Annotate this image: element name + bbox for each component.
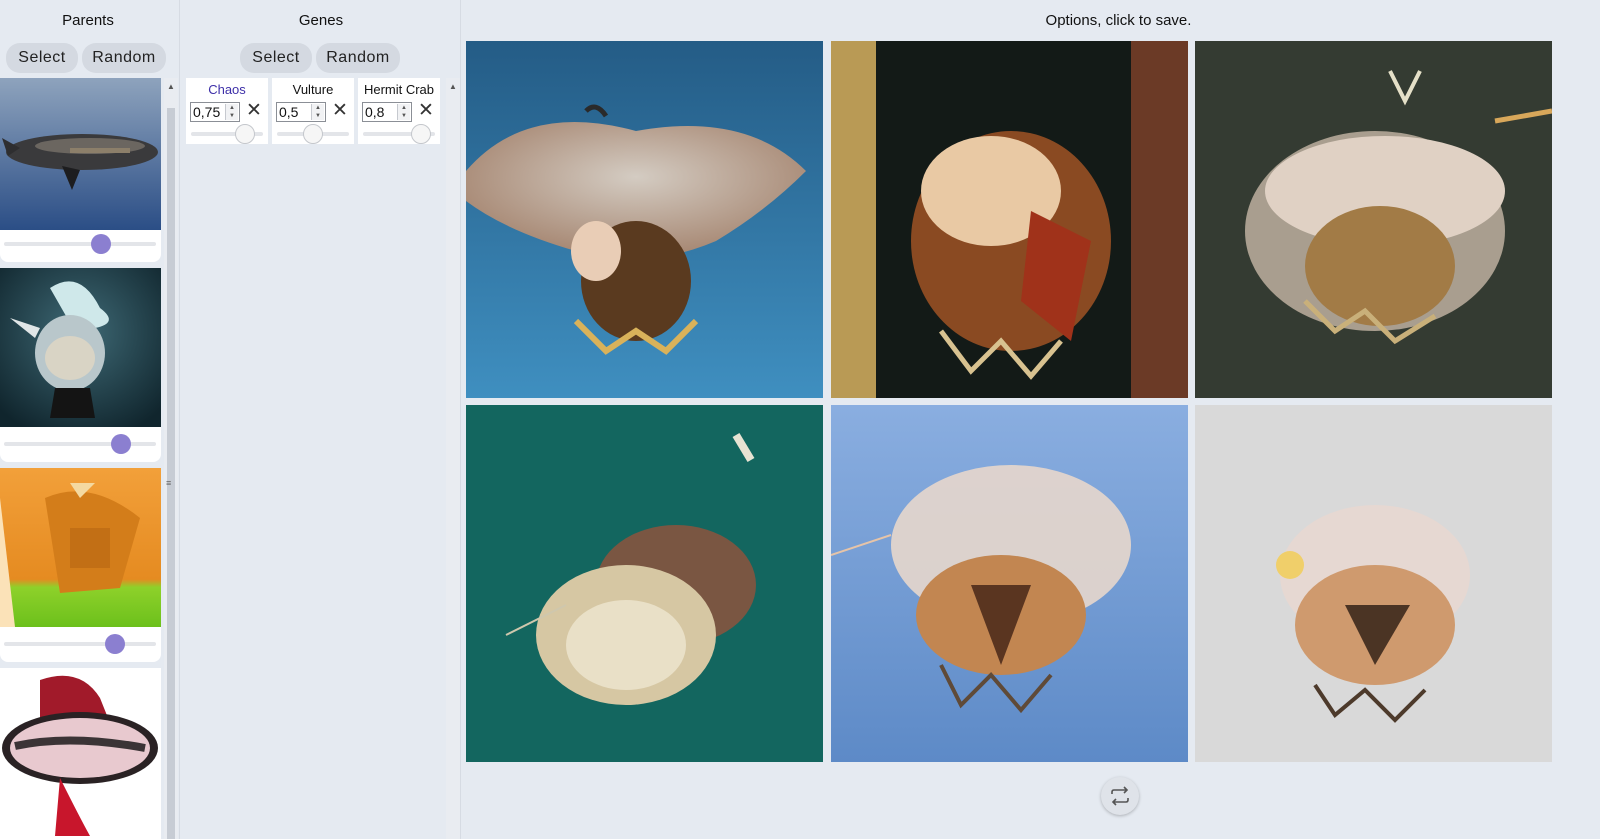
gene-weight-slider[interactable] <box>191 124 263 144</box>
close-icon[interactable]: ✕ <box>246 101 262 121</box>
gene-value: 0,75 <box>193 104 221 120</box>
gene-value-input[interactable]: 0,75 ▲ ▼ <box>190 102 240 122</box>
parent-weight-slider[interactable] <box>4 234 156 254</box>
option-image-2[interactable] <box>831 41 1188 398</box>
scrollbar-thumb[interactable] <box>167 108 175 839</box>
parent-image-orange-lantern[interactable] <box>0 468 161 627</box>
option-image-3[interactable] <box>1195 41 1552 398</box>
parent-image-airship-whale[interactable] <box>0 78 161 230</box>
gene-value-input[interactable]: 0,8 ▲ ▼ <box>362 102 412 122</box>
option-image-6[interactable] <box>1195 405 1552 762</box>
close-icon[interactable]: ✕ <box>332 101 348 121</box>
slider-thumb[interactable] <box>104 634 125 654</box>
genes-scrollbar[interactable]: ▲ <box>446 78 460 839</box>
scroll-up-icon[interactable]: ▲ <box>165 82 177 91</box>
slider-thumb[interactable] <box>91 234 112 254</box>
spinner-icon[interactable]: ▲ ▼ <box>397 104 410 120</box>
slider-thumb[interactable] <box>111 434 132 454</box>
genes-title: Genes <box>298 12 344 29</box>
spinner-icon[interactable]: ▲ ▼ <box>311 104 324 120</box>
gene-name: Hermit Crab <box>363 82 435 97</box>
gene-name: Chaos <box>208 82 246 97</box>
parents-random-button[interactable]: Random <box>82 43 166 73</box>
parent-card <box>0 668 161 839</box>
scroll-up-icon[interactable]: ▲ <box>447 82 459 91</box>
repeat-icon <box>1111 786 1129 806</box>
parents-title: Parents <box>62 12 114 29</box>
parent-weight-slider[interactable] <box>4 634 156 654</box>
genes-panel: Genes Select Random Chaos 0,75 ▲ ▼ ✕ Vultu… <box>181 0 461 839</box>
slider-thumb[interactable] <box>235 124 255 144</box>
gene-name: Vulture <box>292 82 334 97</box>
parent-card <box>0 468 161 662</box>
parents-scrollbar[interactable]: ▲ <box>164 78 178 839</box>
gene-card-vulture: Vulture 0,5 ▲ ▼ ✕ <box>272 78 354 144</box>
gene-value-input[interactable]: 0,5 ▲ ▼ <box>276 102 326 122</box>
parent-image-red-sunglasses[interactable] <box>0 668 161 839</box>
option-image-1[interactable] <box>466 41 823 398</box>
parent-weight-slider[interactable] <box>4 434 156 454</box>
gene-weight-slider[interactable] <box>277 124 349 144</box>
parent-image-ceramic-figure[interactable] <box>0 268 161 427</box>
slider-thumb[interactable] <box>303 124 323 144</box>
resize-handle-icon[interactable]: ≡ <box>166 478 171 488</box>
parent-list <box>0 78 162 839</box>
parent-card <box>0 78 161 262</box>
parent-card <box>0 268 161 462</box>
genes-random-button[interactable]: Random <box>316 43 400 73</box>
gene-card-chaos: Chaos 0,75 ▲ ▼ ✕ <box>186 78 268 144</box>
gene-value: 0,8 <box>365 104 385 120</box>
genes-select-button[interactable]: Select <box>240 43 312 73</box>
gene-weight-slider[interactable] <box>363 124 435 144</box>
slider-thumb[interactable] <box>410 124 431 144</box>
parents-select-button[interactable]: Select <box>6 43 78 73</box>
option-image-5[interactable] <box>831 405 1188 762</box>
regenerate-button[interactable] <box>1101 777 1139 815</box>
option-image-4[interactable] <box>466 405 823 762</box>
options-title: Options, click to save. <box>1045 12 1192 29</box>
options-panel: Options, click to save. <box>462 0 1600 839</box>
parents-panel: Parents Select Random ▲ <box>0 0 180 839</box>
gene-value: 0,5 <box>279 104 299 120</box>
spinner-icon[interactable]: ▲ ▼ <box>225 104 238 120</box>
close-icon[interactable]: ✕ <box>418 101 434 121</box>
gene-card-hermit-crab: Hermit Crab 0,8 ▲ ▼ ✕ <box>358 78 440 144</box>
